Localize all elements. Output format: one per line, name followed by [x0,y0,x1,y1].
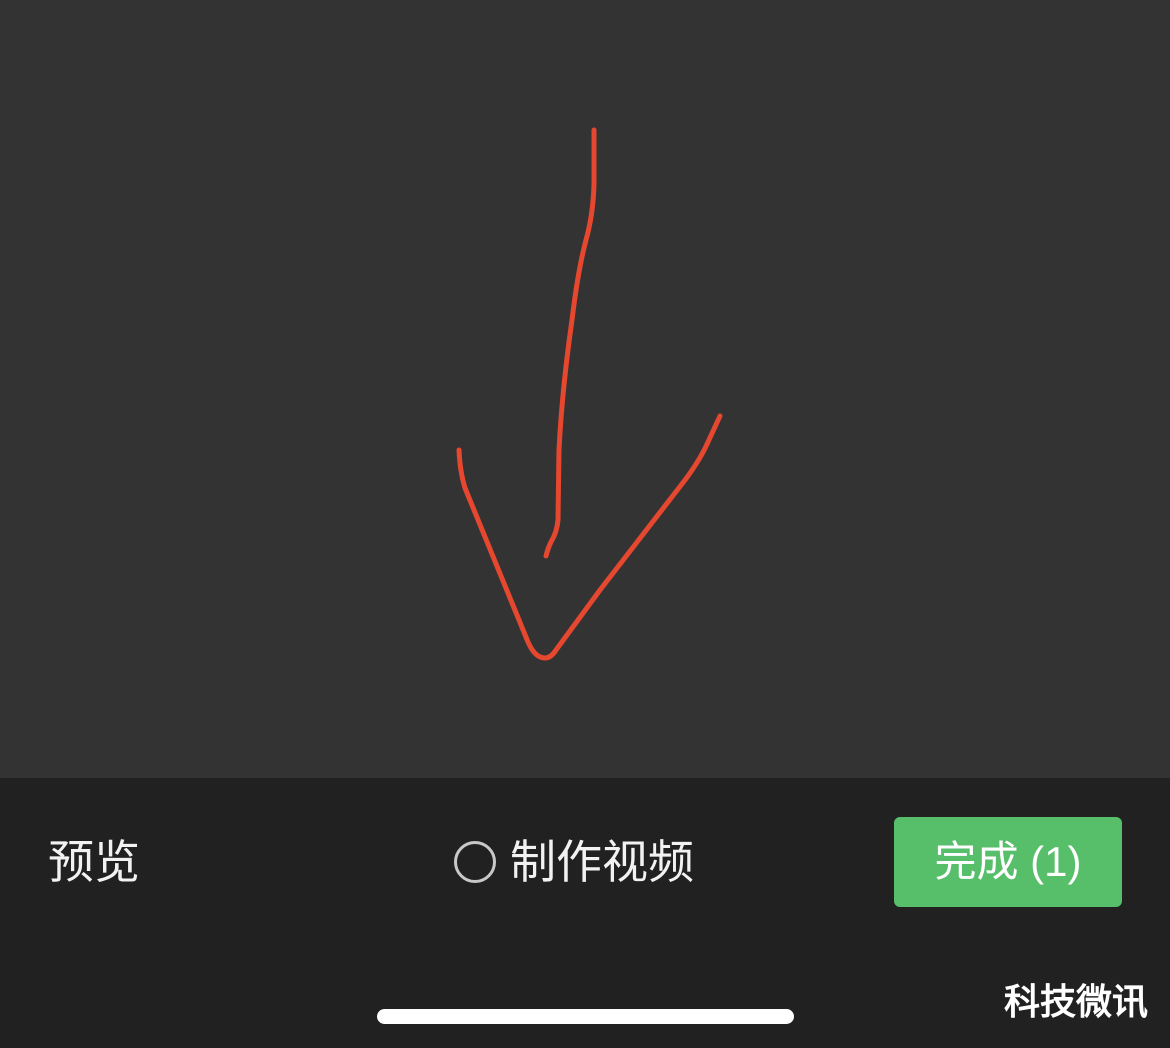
bottom-toolbar: 预览 制作视频 完成 (1) 科技微讯 [0,778,1170,1048]
done-count: (1) [1030,838,1082,885]
drawing-canvas[interactable] [0,0,1170,778]
home-indicator[interactable] [377,1009,794,1024]
drawn-arrow [456,127,723,661]
arrow-shaft-stroke [543,127,597,559]
radio-unchecked-icon[interactable] [454,841,496,883]
preview-button[interactable]: 预览 [48,832,140,892]
watermark: 科技微讯 [1003,982,1148,1023]
make-video-label: 制作视频 [510,835,694,889]
make-video-toggle[interactable]: 制作视频 [454,832,694,892]
done-button[interactable]: 完成 (1) [894,817,1122,907]
arrow-head-stroke [456,413,723,661]
done-label: 完成 [934,837,1019,886]
